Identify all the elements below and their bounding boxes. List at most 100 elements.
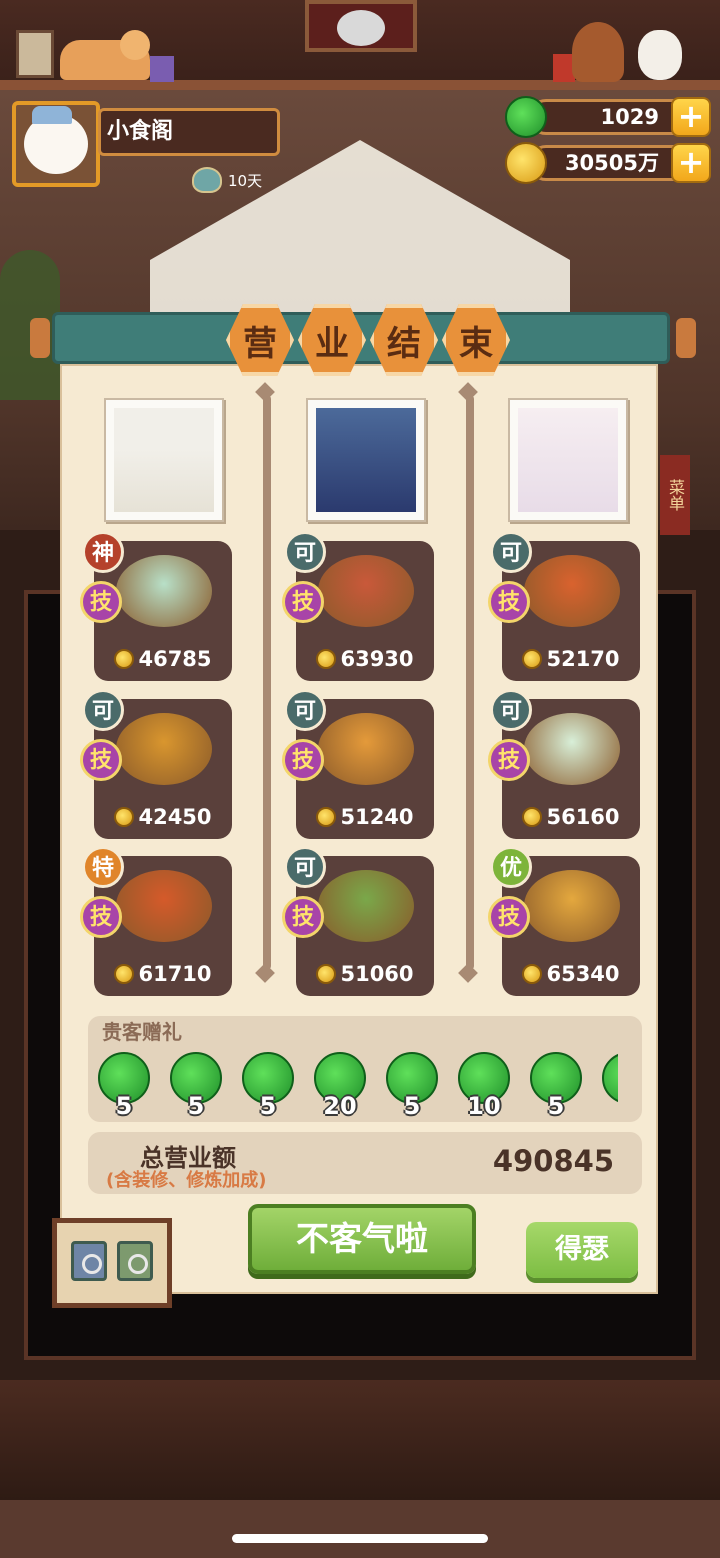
dish-card[interactable]: 特技 61710: [80, 846, 232, 996]
gift-item[interactable]: 20: [314, 1052, 366, 1120]
gold-amount: 30505万: [564, 151, 659, 175]
chef-portrait-3[interactable]: [508, 398, 628, 522]
dish-card[interactable]: 可技 51060: [282, 846, 434, 996]
dish-price-value: 51240: [340, 805, 414, 829]
dish-price: 42450: [94, 805, 232, 829]
jar-decor: [150, 56, 174, 82]
dish-price-value: 65340: [546, 962, 620, 986]
dish-price: 65340: [502, 962, 640, 986]
cat-portrait-decor: [337, 10, 385, 46]
dish-price-value: 52170: [546, 647, 620, 671]
title-char: 结: [370, 304, 438, 376]
add-jade-button[interactable]: +: [671, 97, 711, 137]
player-avatar[interactable]: [12, 101, 100, 187]
dish-icon: [524, 713, 620, 785]
title-char: 业: [298, 304, 366, 376]
dish-price: 61710: [94, 962, 232, 986]
bottom-bar: [0, 1500, 720, 1558]
dish-grade-badge: 可: [284, 846, 326, 888]
floor: [0, 1380, 720, 1500]
shop-name: 小食阁: [98, 108, 280, 156]
guest-gifts: 贵客赠礼 5 5 5 20 5 10 5 5: [88, 1016, 642, 1122]
show-off-button[interactable]: 得瑟: [526, 1222, 638, 1278]
dish-icon: [318, 713, 414, 785]
coin-icon: [316, 964, 337, 984]
total-value: 490845: [492, 1144, 614, 1178]
jade-amount: 1029: [600, 105, 659, 129]
gift-item[interactable]: 10: [458, 1052, 510, 1120]
chef-avatar-icon: [114, 408, 214, 512]
dish-card[interactable]: 可技 51240: [282, 689, 434, 839]
dish-price: 63930: [296, 647, 434, 671]
coin-icon: [505, 142, 547, 184]
dish-card[interactable]: 可技 56160: [488, 689, 640, 839]
total-note: (含装修、修炼加成): [106, 1170, 267, 1191]
dish-grade-badge: 优: [490, 846, 532, 888]
days-value: 10天: [228, 171, 263, 190]
gift-item[interactable]: 5: [170, 1052, 222, 1120]
dish-price: 52170: [502, 647, 640, 671]
gift-item[interactable]: 5: [242, 1052, 294, 1120]
jade-currency: 1029 +: [505, 96, 711, 138]
menu-sign[interactable]: 菜单: [660, 455, 690, 535]
gift-item[interactable]: 5: [386, 1052, 438, 1120]
skill-badge: 技: [80, 581, 122, 623]
dish-grade-badge: 可: [284, 689, 326, 731]
dish-icon: [116, 713, 212, 785]
gift-item[interactable]: 5: [602, 1052, 618, 1120]
cat-avatar-icon: [24, 106, 88, 174]
share-icon[interactable]: [117, 1241, 153, 1281]
gifts-title: 贵客赠礼: [102, 1020, 182, 1044]
dialog-title: 营 业 结 束: [226, 304, 510, 376]
coin-icon: [114, 807, 135, 827]
add-gold-button[interactable]: +: [671, 143, 711, 183]
chef-portrait-1[interactable]: [104, 398, 224, 522]
banner-end-right: [676, 318, 696, 358]
dish-card[interactable]: 可技 42450: [80, 689, 232, 839]
coin-icon: [522, 807, 543, 827]
chef-avatar-icon: [518, 408, 618, 512]
dish-price-value: 63930: [340, 647, 414, 671]
banner-end-left: [30, 318, 50, 358]
skill-badge: 技: [282, 896, 324, 938]
dish-price-value: 61710: [138, 962, 212, 986]
dish-card[interactable]: 神技 46785: [80, 531, 232, 681]
dish-grade-badge: 神: [82, 531, 124, 573]
dish-icon: [524, 555, 620, 627]
settings-panel: [52, 1218, 172, 1308]
dish-card[interactable]: 可技 63930: [282, 531, 434, 681]
title-char: 束: [442, 304, 510, 376]
column-divider: [263, 395, 271, 970]
skill-badge: 技: [488, 739, 530, 781]
gift-list[interactable]: 5 5 5 20 5 10 5 5: [98, 1052, 618, 1120]
dish-grade-badge: 可: [490, 531, 532, 573]
gift-quantity: 5: [187, 1092, 205, 1120]
gold-currency: 30505万 +: [505, 142, 711, 184]
column-divider: [466, 395, 474, 970]
dish-price-value: 56160: [546, 805, 620, 829]
gift-quantity: 5: [547, 1092, 565, 1120]
dish-icon: [318, 870, 414, 942]
chef-portrait-2[interactable]: [306, 398, 426, 522]
white-cat-decor: [638, 30, 682, 80]
dish-card[interactable]: 可技 52170: [488, 531, 640, 681]
home-indicator[interactable]: [232, 1534, 488, 1543]
gift-item[interactable]: 5: [98, 1052, 150, 1120]
dish-price-value: 51060: [340, 962, 414, 986]
camera-icon[interactable]: [71, 1241, 107, 1281]
coin-icon: [316, 649, 337, 669]
gift-item[interactable]: 5: [530, 1052, 582, 1120]
dish-grade-badge: 可: [82, 689, 124, 731]
coin-icon: [114, 649, 135, 669]
gift-quantity: 5: [403, 1092, 421, 1120]
basin-icon: [192, 167, 222, 193]
coin-icon: [522, 649, 543, 669]
dish-price: 56160: [502, 805, 640, 829]
gift-quantity: 5: [259, 1092, 277, 1120]
dish-price: 51240: [296, 805, 434, 829]
dish-card[interactable]: 优技 65340: [488, 846, 640, 996]
skill-badge: 技: [488, 896, 530, 938]
skill-badge: 技: [80, 896, 122, 938]
confirm-button[interactable]: 不客气啦: [248, 1204, 476, 1274]
gift-quantity: 5: [115, 1092, 133, 1120]
